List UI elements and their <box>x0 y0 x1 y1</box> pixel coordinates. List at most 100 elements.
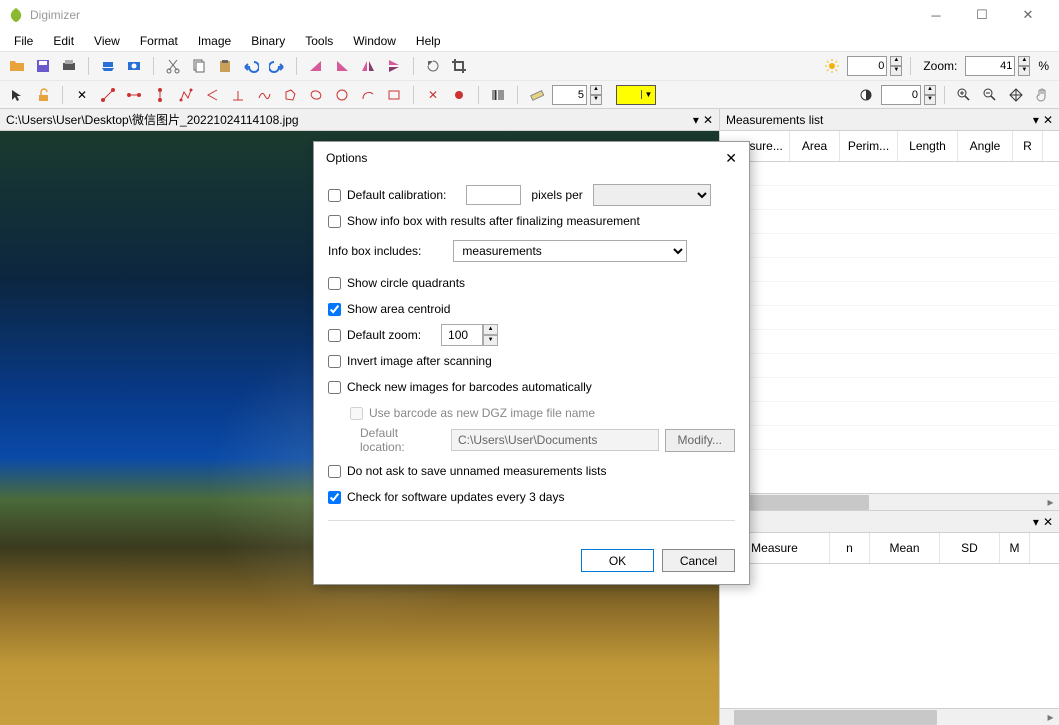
info-box-includes-select[interactable]: measurements <box>453 240 687 262</box>
invert-image-checkbox[interactable]: Invert image after scanning <box>328 354 492 368</box>
flip-h-icon[interactable] <box>357 55 379 77</box>
menu-file[interactable]: File <box>4 31 43 51</box>
polygon-tool-icon[interactable] <box>279 84 301 106</box>
menu-image[interactable]: Image <box>188 31 241 51</box>
closed-spline-icon[interactable] <box>305 84 327 106</box>
show-area-centroid-checkbox[interactable]: Show area centroid <box>328 302 450 316</box>
path-tool-icon[interactable] <box>175 84 197 106</box>
perp-tool-icon[interactable] <box>227 84 249 106</box>
arc-tool-icon[interactable] <box>357 84 379 106</box>
brightness-icon[interactable] <box>821 55 843 77</box>
contrast-down[interactable]: ▼ <box>924 95 936 105</box>
freehand-tool-icon[interactable] <box>253 84 275 106</box>
brightness-down[interactable]: ▼ <box>890 66 902 76</box>
modify-location-button[interactable]: Modify... <box>665 429 735 452</box>
rect-tool-icon[interactable] <box>383 84 405 106</box>
paste-icon[interactable] <box>214 55 236 77</box>
circle-tool-icon[interactable] <box>331 84 353 106</box>
window-minimize-button[interactable]: ─ <box>913 0 959 30</box>
unlock-icon[interactable] <box>32 84 54 106</box>
rotate-free-icon[interactable] <box>422 55 444 77</box>
check-updates-checkbox[interactable]: Check for software updates every 3 days <box>328 490 564 504</box>
col-angle[interactable]: Angle <box>958 131 1013 161</box>
scol-n[interactable]: n <box>830 533 870 563</box>
window-close-button[interactable]: ✕ <box>1005 0 1051 30</box>
lw-up[interactable]: ▲ <box>590 85 602 95</box>
menu-tools[interactable]: Tools <box>295 31 343 51</box>
scanner-icon[interactable] <box>97 55 119 77</box>
stats-dropdown-icon[interactable]: ▾ <box>1033 515 1039 529</box>
calibration-value-input[interactable] <box>466 185 521 205</box>
col-length[interactable]: Length <box>898 131 958 161</box>
menu-edit[interactable]: Edit <box>43 31 84 51</box>
cut-icon[interactable] <box>162 55 184 77</box>
stats-grid[interactable]: Measure n Mean SD M <box>720 533 1059 708</box>
menu-binary[interactable]: Binary <box>241 31 295 51</box>
crop-icon[interactable] <box>448 55 470 77</box>
menu-help[interactable]: Help <box>406 31 451 51</box>
zoom-in-icon[interactable] <box>953 84 975 106</box>
undo-icon[interactable] <box>240 55 262 77</box>
stats-close-icon[interactable]: ✕ <box>1043 515 1053 529</box>
marker-tool-icon[interactable]: ✕ <box>71 84 93 106</box>
default-zoom-checkbox[interactable]: Default zoom: <box>328 328 421 342</box>
col-area[interactable]: Area <box>790 131 840 161</box>
delete-marker-icon[interactable]: ✕ <box>422 84 444 106</box>
hand-icon[interactable] <box>1031 84 1053 106</box>
stats-hscroll[interactable]: ▸ <box>720 708 1059 725</box>
angle-tool-icon[interactable] <box>201 84 223 106</box>
scol-sd[interactable]: SD <box>940 533 1000 563</box>
cancel-button[interactable]: Cancel <box>662 549 735 572</box>
lw-down[interactable]: ▼ <box>590 95 602 105</box>
dot-marker-icon[interactable] <box>448 84 470 106</box>
show-circle-quadrants-checkbox[interactable]: Show circle quadrants <box>328 276 465 290</box>
brightness-value[interactable] <box>847 56 887 76</box>
pointer-tool-icon[interactable] <box>6 84 28 106</box>
barcode-icon[interactable] <box>487 84 509 106</box>
pathbar-dropdown-icon[interactable]: ▾ <box>693 113 699 127</box>
save-icon[interactable] <box>32 55 54 77</box>
default-zoom-input[interactable] <box>441 324 483 346</box>
scol-mean[interactable]: Mean <box>870 533 940 563</box>
calibration-unit-select[interactable] <box>593 184 711 206</box>
menu-window[interactable]: Window <box>343 31 406 51</box>
pathbar-close-icon[interactable]: ✕ <box>703 113 713 127</box>
default-calibration-checkbox[interactable]: Default calibration: <box>328 188 446 202</box>
scol-m[interactable]: M <box>1000 533 1030 563</box>
color-picker[interactable]: ▼ <box>616 85 656 105</box>
show-info-box-checkbox[interactable]: Show info box with results after finaliz… <box>328 214 640 228</box>
flip-v-icon[interactable] <box>383 55 405 77</box>
zoom-down[interactable]: ▼ <box>1018 66 1030 76</box>
vline-tool-icon[interactable] <box>149 84 171 106</box>
ruler-icon[interactable] <box>526 84 548 106</box>
zoom-up[interactable]: ▲ <box>1018 56 1030 66</box>
ok-button[interactable]: OK <box>581 549 654 572</box>
zoom-spin-up[interactable]: ▲ <box>483 324 498 335</box>
window-maximize-button[interactable]: ☐ <box>959 0 1005 30</box>
measurements-hscroll[interactable]: ▸ <box>720 493 1059 510</box>
open-icon[interactable] <box>6 55 28 77</box>
hline-tool-icon[interactable] <box>123 84 145 106</box>
dialog-close-icon[interactable]: ✕ <box>725 150 737 167</box>
contrast-up[interactable]: ▲ <box>924 85 936 95</box>
brightness-up[interactable]: ▲ <box>890 56 902 66</box>
col-perim[interactable]: Perim... <box>840 131 898 161</box>
menu-format[interactable]: Format <box>130 31 188 51</box>
line-tool-icon[interactable] <box>97 84 119 106</box>
zoom-value[interactable] <box>965 56 1015 76</box>
contrast-value[interactable] <box>881 85 921 105</box>
pan-icon[interactable] <box>1005 84 1027 106</box>
col-r[interactable]: R <box>1013 131 1043 161</box>
measurements-close-icon[interactable]: ✕ <box>1043 113 1053 127</box>
contrast-icon[interactable] <box>855 84 877 106</box>
use-barcode-name-checkbox[interactable]: Use barcode as new DGZ image file name <box>350 406 595 420</box>
menu-view[interactable]: View <box>84 31 130 51</box>
copy-icon[interactable] <box>188 55 210 77</box>
camera-icon[interactable] <box>123 55 145 77</box>
measurements-grid[interactable]: Measure... Area Perim... Length Angle R <box>720 131 1059 493</box>
rotate-left-icon[interactable] <box>305 55 327 77</box>
do-not-ask-save-checkbox[interactable]: Do not ask to save unnamed measurements … <box>328 464 606 478</box>
measurements-dropdown-icon[interactable]: ▾ <box>1033 113 1039 127</box>
check-barcodes-checkbox[interactable]: Check new images for barcodes automatica… <box>328 380 592 394</box>
print-icon[interactable] <box>58 55 80 77</box>
